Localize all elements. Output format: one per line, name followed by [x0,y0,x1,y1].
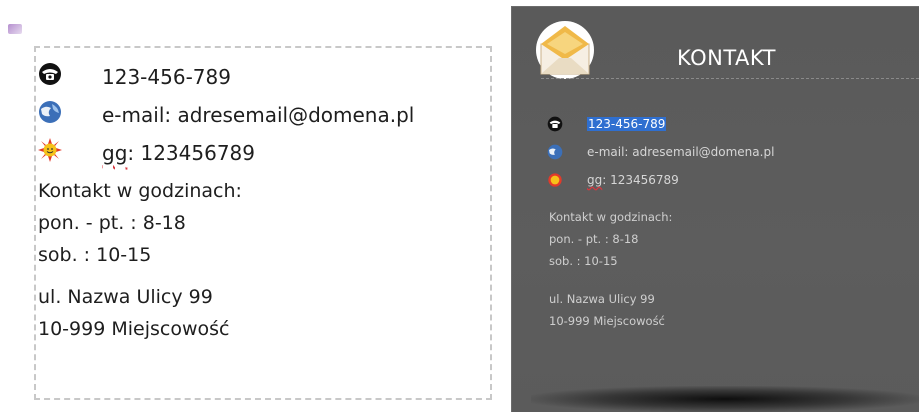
telephone-icon [38,62,62,86]
preview-street: ul. Nazwa Ulicy 99 [549,292,655,306]
preview-hours-saturday: sob. : 10-15 [549,254,618,268]
contact-editor[interactable]: 123-456-789 e-mail: adresemail@domena.pl [34,46,492,400]
contact-preview: KONTAKT 123-456-789 e-mail: adresemail@d… [511,6,919,412]
preview-gg: gg: 123456789 [587,173,679,187]
email-globe-icon [38,100,62,124]
preview-gg-label: gg [587,173,603,187]
editor-hours-saturday: sob. : 10-15 [38,244,152,266]
preview-title: KONTAKT [677,46,776,70]
preview-hours-title: Kontakt w godzinach: [549,210,673,224]
corner-decoration [8,24,22,34]
editor-city: 10-999 Miejscowość [38,318,230,340]
editor-phone: 123-456-789 [102,65,231,89]
preview-phone-selected: 123-456-789 [587,117,667,131]
telephone-icon [547,116,563,132]
preview-gg-value: : 123456789 [602,173,679,187]
gadu-gadu-sun-icon [38,138,62,162]
editor-gg-label: gg [102,141,128,165]
email-globe-icon [547,144,563,160]
editor-hours-weekdays: pon. - pt. : 8-18 [38,212,186,234]
preview-title-divider [541,78,919,79]
preview-drop-shadow [531,386,919,412]
preview-email: e-mail: adresemail@domena.pl [587,145,775,159]
editor-gg: gg: 123456789 [102,141,255,165]
preview-phone: 123-456-789 [587,117,667,131]
editor-hours-title: Kontakt w godzinach: [38,180,242,202]
preview-city: 10-999 Miejscowość [549,314,665,328]
preview-hours-weekdays: pon. - pt. : 8-18 [549,232,639,246]
editor-email: e-mail: adresemail@domena.pl [102,103,415,127]
envelope-icon [533,20,597,80]
gadu-gadu-sun-icon [547,172,563,188]
editor-gg-value: : 123456789 [127,141,256,165]
editor-street: ul. Nazwa Ulicy 99 [38,286,213,308]
